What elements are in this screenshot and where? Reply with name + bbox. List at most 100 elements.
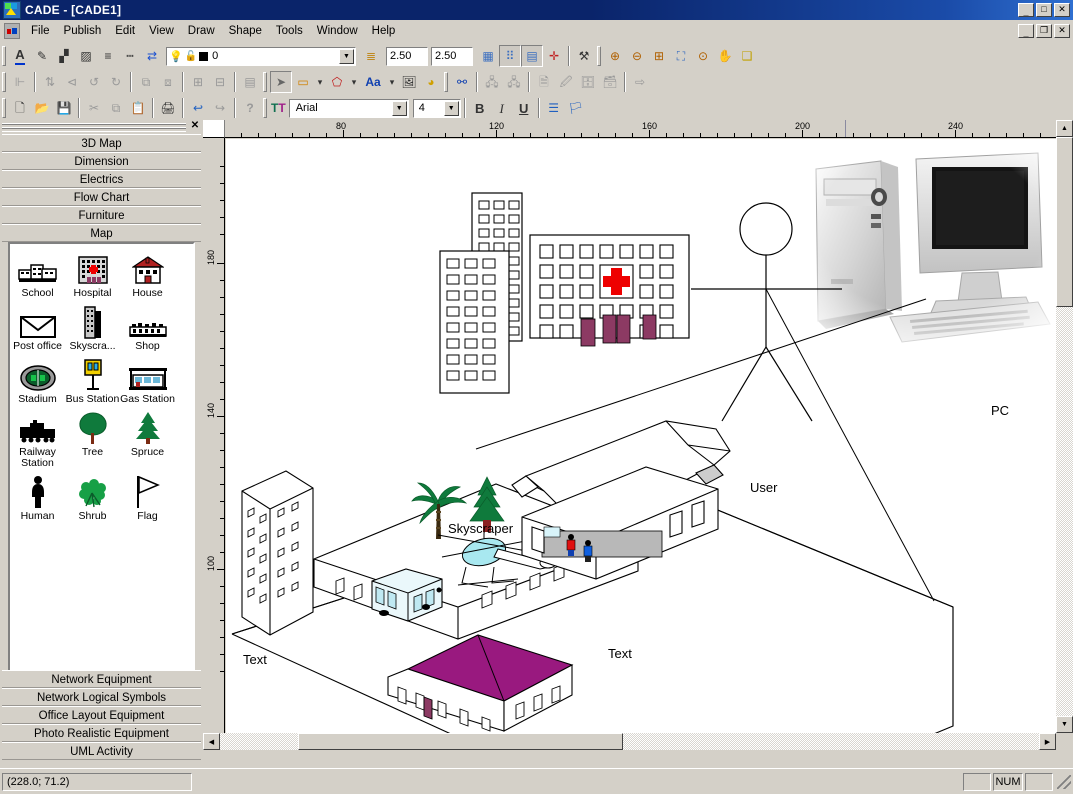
fill-color-button[interactable]: ▞ bbox=[53, 45, 75, 67]
copy-button[interactable]: ⧉ bbox=[105, 97, 127, 119]
stencil-item-bus-station[interactable]: Bus Station bbox=[65, 356, 120, 405]
select-tool-button[interactable]: ➤ bbox=[270, 71, 292, 93]
menu-shape[interactable]: Shape bbox=[222, 23, 269, 39]
arrange-toolbar-grip[interactable] bbox=[2, 72, 6, 92]
scroll-left-button[interactable]: ◀ bbox=[203, 733, 220, 750]
vertical-ruler[interactable]: 180 140 100 bbox=[203, 138, 225, 733]
zoom-previous-button[interactable]: ⊙ bbox=[692, 45, 714, 67]
export-button[interactable]: ⇨ bbox=[629, 71, 651, 93]
group-button[interactable]: ⊞ bbox=[187, 71, 209, 93]
zoom-in-button[interactable]: ⊕ bbox=[604, 45, 626, 67]
menu-file[interactable]: File bbox=[24, 23, 57, 39]
hatch-pattern-button[interactable]: ▨ bbox=[75, 45, 97, 67]
line-ends-button[interactable]: ⇄ bbox=[141, 45, 163, 67]
text-dropdown[interactable]: ▾ bbox=[386, 71, 398, 93]
maximize-button[interactable]: □ bbox=[1036, 3, 1052, 17]
mdi-close-button[interactable]: ✕ bbox=[1054, 24, 1070, 38]
stencil-item-tree[interactable]: Tree bbox=[65, 409, 120, 469]
stencil-item-human[interactable]: Human bbox=[10, 473, 65, 522]
close-button[interactable]: ✕ bbox=[1054, 3, 1070, 17]
stencil-item-shop[interactable]: Shop bbox=[120, 303, 175, 352]
network-toolbar-grip[interactable] bbox=[444, 72, 448, 92]
line-weight-button[interactable]: ≡ bbox=[97, 45, 119, 67]
stencil-shape-list[interactable]: School Hospital House Post office Skyscr… bbox=[8, 242, 195, 680]
ungroup-button[interactable]: ⊟ bbox=[209, 71, 231, 93]
flip-vertical-button[interactable]: ⇅ bbox=[39, 71, 61, 93]
menu-help[interactable]: Help bbox=[365, 23, 403, 39]
stencil-item-shrub[interactable]: Shrub bbox=[65, 473, 120, 522]
scroll-right-button[interactable]: ▶ bbox=[1039, 733, 1056, 750]
italic-button[interactable]: I bbox=[491, 97, 513, 119]
mdi-restore-button[interactable]: ❐ bbox=[1036, 24, 1052, 38]
help-button[interactable]: ? bbox=[239, 97, 261, 119]
sidebar-category-photo-realistic-equipment[interactable]: Photo Realistic Equipment bbox=[2, 724, 201, 742]
ruler-corner[interactable] bbox=[203, 120, 225, 138]
minimize-button[interactable]: _ bbox=[1018, 3, 1034, 17]
stencil-item-railway-station[interactable]: Railway Station bbox=[10, 409, 65, 469]
network-device2-button[interactable]: 🖧 bbox=[503, 71, 525, 93]
send-back-button[interactable]: ⧈ bbox=[157, 71, 179, 93]
network-device-button[interactable]: 🖧 bbox=[481, 71, 503, 93]
shape-fill-button[interactable]: ◕ bbox=[420, 71, 442, 93]
undo-button[interactable]: ↩ bbox=[187, 97, 209, 119]
bold-button[interactable]: B bbox=[469, 97, 491, 119]
vertical-scrollbar[interactable]: ▲ ▼ bbox=[1056, 120, 1073, 733]
stencil-item-gas-station[interactable]: Gas Station bbox=[120, 356, 175, 405]
standard-toolbar-grip[interactable] bbox=[2, 98, 6, 118]
text-tool-button[interactable]: Aa bbox=[360, 71, 386, 93]
polyline-tool-button[interactable]: ⬠ bbox=[326, 71, 348, 93]
rectangle-tool-button[interactable]: ▭ bbox=[292, 71, 314, 93]
zoom-toolbar-grip[interactable] bbox=[597, 46, 601, 66]
stencil-item-flag[interactable]: Flag bbox=[120, 473, 175, 522]
underline-button[interactable]: U bbox=[513, 97, 535, 119]
menu-view[interactable]: View bbox=[142, 23, 181, 39]
db-sync-button[interactable]: 🗃 bbox=[599, 71, 621, 93]
horizontal-scroll-thumb[interactable] bbox=[298, 733, 623, 750]
open-button[interactable]: 📂 bbox=[31, 97, 53, 119]
font-toolbar-grip[interactable] bbox=[263, 98, 267, 118]
document-icon[interactable] bbox=[4, 23, 20, 39]
horizontal-scrollbar[interactable]: ◀ ▶ bbox=[203, 733, 1056, 750]
scale-x-field[interactable]: 2.50 bbox=[386, 46, 428, 66]
scroll-down-button[interactable]: ▼ bbox=[1056, 716, 1073, 733]
sidebar-category-uml-activity[interactable]: UML Activity bbox=[2, 742, 201, 760]
rotate-right-button[interactable]: ↻ bbox=[105, 71, 127, 93]
rulers-button[interactable]: ▤ bbox=[521, 45, 543, 67]
bring-front-button[interactable]: ⧉ bbox=[135, 71, 157, 93]
save-button[interactable]: 💾 bbox=[53, 97, 75, 119]
line-color-button[interactable]: ✎ bbox=[31, 45, 53, 67]
sidebar-category-flow-chart[interactable]: Flow Chart bbox=[2, 188, 201, 206]
grid-button[interactable]: ▦ bbox=[477, 45, 499, 67]
sidebar-category-3d-map[interactable]: 3D Map bbox=[2, 134, 201, 152]
db-button[interactable]: 🗄 bbox=[577, 71, 599, 93]
align-left-button[interactable]: ⊩ bbox=[9, 71, 31, 93]
stencil-item-spruce[interactable]: Spruce bbox=[120, 409, 175, 469]
edit-report-button[interactable]: 🖉 bbox=[555, 71, 577, 93]
sidebar-category-map[interactable]: Map bbox=[2, 224, 201, 242]
menu-window[interactable]: Window bbox=[310, 23, 365, 39]
sidebar-category-network-equipment[interactable]: Network Equipment bbox=[2, 670, 201, 688]
align-text-button[interactable]: ☰ bbox=[543, 97, 565, 119]
stencil-item-post-office[interactable]: Post office bbox=[10, 303, 65, 352]
panel-drag-grip[interactable] bbox=[2, 122, 186, 132]
tools-options-button[interactable]: ⚒ bbox=[573, 45, 595, 67]
scroll-up-button[interactable]: ▲ bbox=[1056, 120, 1073, 137]
stencil-item-school[interactable]: School bbox=[10, 250, 65, 299]
stencil-item-hospital[interactable]: Hospital bbox=[65, 250, 120, 299]
polyline-dropdown[interactable]: ▾ bbox=[348, 71, 360, 93]
scale-y-field[interactable]: 2.50 bbox=[431, 46, 473, 66]
resize-grip[interactable] bbox=[1057, 774, 1071, 789]
sidebar-category-dimension[interactable]: Dimension bbox=[2, 152, 201, 170]
sidebar-category-furniture[interactable]: Furniture bbox=[2, 206, 201, 224]
print-button[interactable]: 🖨 bbox=[157, 97, 179, 119]
text-color-button[interactable]: A bbox=[9, 45, 31, 67]
toolbar-grip[interactable] bbox=[2, 46, 6, 66]
font-size-arrow[interactable]: ▼ bbox=[443, 100, 459, 116]
font-size-combo[interactable]: 4 ▼ bbox=[412, 98, 461, 118]
snap-grid-button[interactable]: ⠿ bbox=[499, 45, 521, 67]
menu-draw[interactable]: Draw bbox=[181, 23, 222, 39]
sidebar-category-electrics[interactable]: Electrics bbox=[2, 170, 201, 188]
layer-combo-arrow[interactable]: ▼ bbox=[339, 48, 354, 64]
report-button[interactable]: 🗎 bbox=[533, 71, 555, 93]
drawing-canvas[interactable]: Skyscraper User PC Text Text Text bbox=[226, 139, 1056, 733]
